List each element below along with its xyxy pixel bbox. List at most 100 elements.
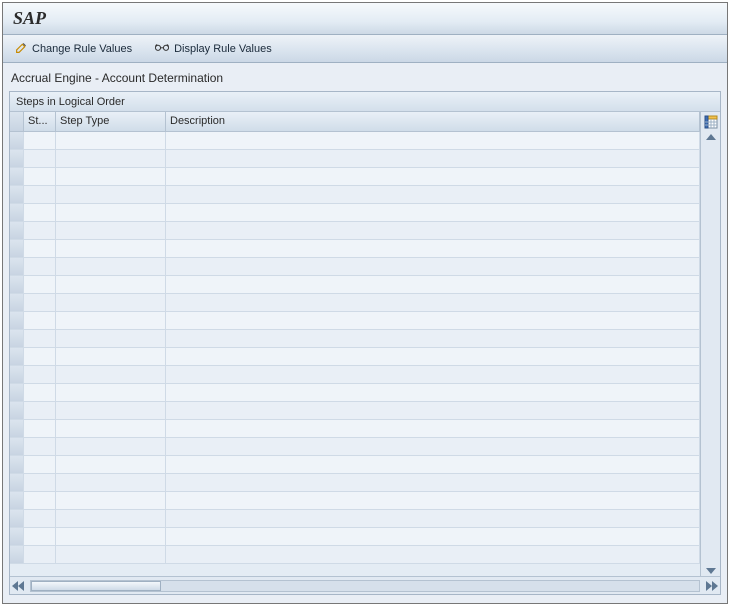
- cell-step-no[interactable]: [24, 276, 56, 293]
- table-row[interactable]: [10, 312, 700, 330]
- cell-description[interactable]: [166, 150, 700, 167]
- cell-step-no[interactable]: [24, 348, 56, 365]
- cell-step-no[interactable]: [24, 258, 56, 275]
- table-row[interactable]: [10, 132, 700, 150]
- cell-step-type[interactable]: [56, 348, 166, 365]
- cell-description[interactable]: [166, 474, 700, 491]
- cell-step-no[interactable]: [24, 204, 56, 221]
- table-config-button[interactable]: [703, 114, 719, 130]
- table-row[interactable]: [10, 528, 700, 546]
- scroll-left-icon[interactable]: [18, 581, 24, 591]
- cell-step-no[interactable]: [24, 492, 56, 509]
- cell-step-type[interactable]: [56, 492, 166, 509]
- horizontal-scrollbar[interactable]: [10, 576, 720, 594]
- change-rule-values-button[interactable]: Change Rule Values: [11, 39, 136, 59]
- cell-step-no[interactable]: [24, 510, 56, 527]
- cell-description[interactable]: [166, 510, 700, 527]
- cell-description[interactable]: [166, 168, 700, 185]
- scroll-down-icon[interactable]: [706, 568, 716, 574]
- col-step-type[interactable]: Step Type: [56, 112, 166, 131]
- row-selector-header[interactable]: [10, 112, 24, 131]
- col-step-no[interactable]: St...: [24, 112, 56, 131]
- cell-step-no[interactable]: [24, 456, 56, 473]
- row-selector[interactable]: [10, 384, 24, 401]
- cell-description[interactable]: [166, 456, 700, 473]
- row-selector[interactable]: [10, 132, 24, 149]
- cell-description[interactable]: [166, 240, 700, 257]
- table-row[interactable]: [10, 258, 700, 276]
- cell-step-type[interactable]: [56, 366, 166, 383]
- row-selector[interactable]: [10, 348, 24, 365]
- cell-description[interactable]: [166, 366, 700, 383]
- cell-step-no[interactable]: [24, 438, 56, 455]
- cell-step-type[interactable]: [56, 528, 166, 545]
- cell-step-type[interactable]: [56, 312, 166, 329]
- row-selector[interactable]: [10, 420, 24, 437]
- cell-description[interactable]: [166, 546, 700, 563]
- cell-step-type[interactable]: [56, 510, 166, 527]
- col-description[interactable]: Description: [166, 112, 700, 131]
- table-row[interactable]: [10, 294, 700, 312]
- cell-description[interactable]: [166, 330, 700, 347]
- row-selector[interactable]: [10, 168, 24, 185]
- cell-step-no[interactable]: [24, 528, 56, 545]
- cell-step-no[interactable]: [24, 330, 56, 347]
- cell-step-no[interactable]: [24, 186, 56, 203]
- cell-step-type[interactable]: [56, 546, 166, 563]
- cell-description[interactable]: [166, 204, 700, 221]
- scroll-up-icon[interactable]: [706, 134, 716, 140]
- cell-description[interactable]: [166, 492, 700, 509]
- table-row[interactable]: [10, 222, 700, 240]
- row-selector[interactable]: [10, 492, 24, 509]
- row-selector[interactable]: [10, 510, 24, 527]
- table-row[interactable]: [10, 402, 700, 420]
- cell-description[interactable]: [166, 528, 700, 545]
- table-row[interactable]: [10, 330, 700, 348]
- table-row[interactable]: [10, 348, 700, 366]
- cell-description[interactable]: [166, 186, 700, 203]
- cell-step-no[interactable]: [24, 546, 56, 563]
- cell-step-no[interactable]: [24, 474, 56, 491]
- cell-step-no[interactable]: [24, 384, 56, 401]
- cell-description[interactable]: [166, 258, 700, 275]
- vertical-scrollbar[interactable]: [706, 132, 716, 576]
- row-selector[interactable]: [10, 546, 24, 563]
- table-row[interactable]: [10, 150, 700, 168]
- cell-step-no[interactable]: [24, 222, 56, 239]
- row-selector[interactable]: [10, 276, 24, 293]
- cell-description[interactable]: [166, 384, 700, 401]
- table-row[interactable]: [10, 438, 700, 456]
- row-selector[interactable]: [10, 528, 24, 545]
- row-selector[interactable]: [10, 258, 24, 275]
- table-row[interactable]: [10, 168, 700, 186]
- cell-step-no[interactable]: [24, 150, 56, 167]
- row-selector[interactable]: [10, 438, 24, 455]
- row-selector[interactable]: [10, 366, 24, 383]
- cell-step-type[interactable]: [56, 474, 166, 491]
- table-grid[interactable]: St... Step Type Description: [10, 112, 700, 576]
- cell-description[interactable]: [166, 402, 700, 419]
- row-selector[interactable]: [10, 312, 24, 329]
- scroll-last-icon[interactable]: [712, 581, 718, 591]
- row-selector[interactable]: [10, 474, 24, 491]
- row-selector[interactable]: [10, 222, 24, 239]
- row-selector[interactable]: [10, 330, 24, 347]
- cell-step-type[interactable]: [56, 258, 166, 275]
- table-row[interactable]: [10, 366, 700, 384]
- table-row[interactable]: [10, 240, 700, 258]
- cell-step-type[interactable]: [56, 222, 166, 239]
- cell-step-type[interactable]: [56, 240, 166, 257]
- cell-step-type[interactable]: [56, 276, 166, 293]
- cell-description[interactable]: [166, 132, 700, 149]
- table-row[interactable]: [10, 492, 700, 510]
- cell-description[interactable]: [166, 294, 700, 311]
- table-row[interactable]: [10, 510, 700, 528]
- cell-description[interactable]: [166, 276, 700, 293]
- table-row[interactable]: [10, 186, 700, 204]
- cell-description[interactable]: [166, 348, 700, 365]
- row-selector[interactable]: [10, 456, 24, 473]
- row-selector[interactable]: [10, 240, 24, 257]
- row-selector[interactable]: [10, 402, 24, 419]
- table-row[interactable]: [10, 456, 700, 474]
- cell-step-type[interactable]: [56, 384, 166, 401]
